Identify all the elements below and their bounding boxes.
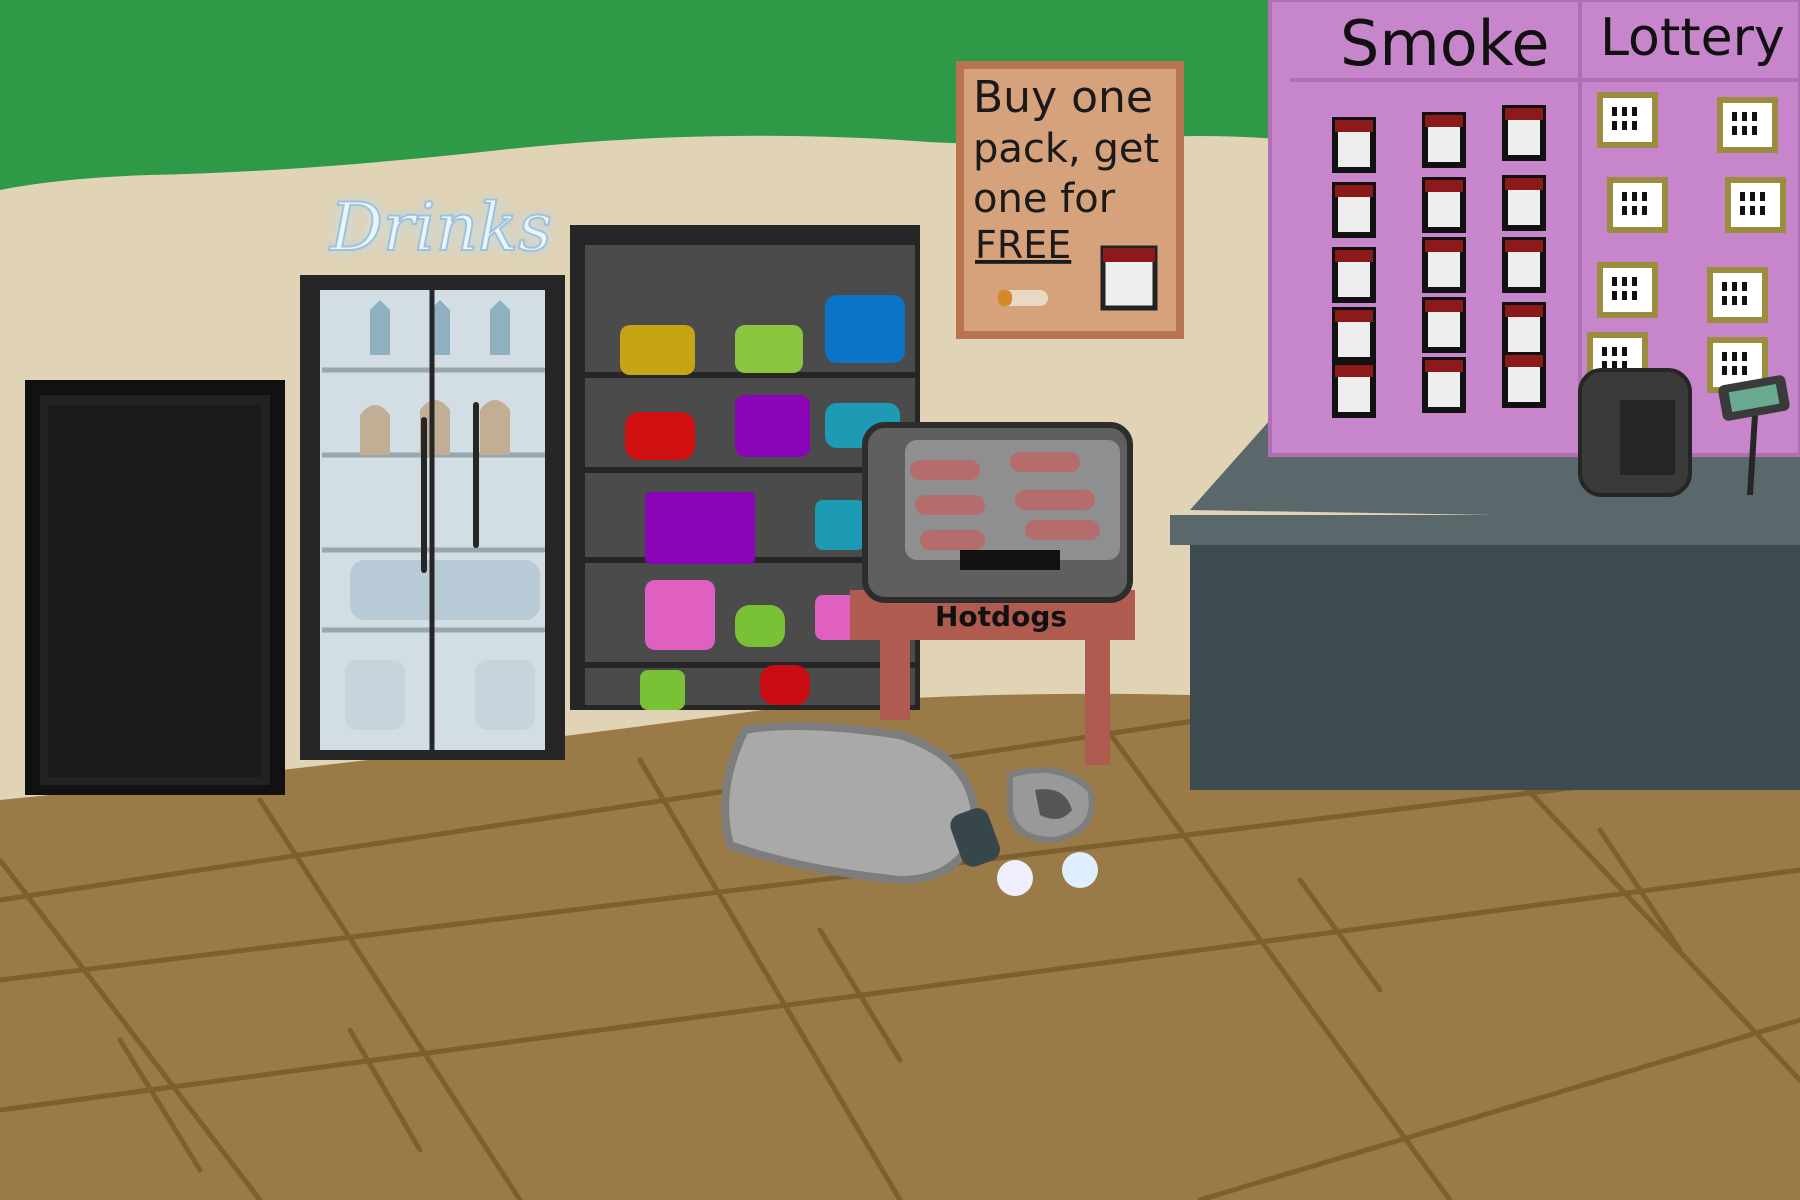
cigarette-pack bbox=[1422, 237, 1466, 293]
cigarette-pack bbox=[1502, 237, 1546, 293]
cigarette-pack-grid bbox=[1332, 105, 1546, 418]
lottery-ticket bbox=[1707, 267, 1768, 323]
cigarette-pack bbox=[1332, 182, 1376, 238]
drinks-fridge[interactable] bbox=[300, 275, 565, 760]
promo-poster: Buy one pack, get one for FREE bbox=[956, 61, 1184, 339]
lottery-ticket bbox=[1597, 262, 1658, 318]
lottery-ticket bbox=[1725, 177, 1786, 233]
promo-line-1: Buy one bbox=[973, 72, 1153, 123]
store-scene: Drinks Buy one pack, get one for FREE Ho… bbox=[0, 0, 1800, 1200]
promo-line-4: FREE bbox=[975, 223, 1071, 267]
cigarette-pack bbox=[1502, 352, 1546, 408]
cigarette-pack bbox=[1422, 297, 1466, 353]
cigarette-pack bbox=[1422, 357, 1466, 413]
cigarette-pack bbox=[1502, 302, 1546, 358]
cigarette-pack bbox=[1332, 307, 1376, 363]
promo-line-3: one for bbox=[973, 176, 1116, 222]
lottery-header: Lottery bbox=[1600, 8, 1785, 68]
cigarette-pack bbox=[1332, 362, 1376, 418]
promo-line-2: pack, get bbox=[973, 126, 1159, 172]
cigarette-pack bbox=[1502, 105, 1546, 161]
checkout-counter[interactable] bbox=[1170, 420, 1800, 790]
cigarette-pack bbox=[1502, 175, 1546, 231]
cigarette-pack bbox=[1332, 117, 1376, 173]
lottery-ticket bbox=[1597, 92, 1658, 148]
smoke-header: Smoke bbox=[1340, 7, 1550, 80]
cigarette-pack bbox=[1332, 247, 1376, 303]
lottery-ticket bbox=[1607, 177, 1668, 233]
cash-register[interactable] bbox=[1578, 368, 1692, 497]
cigarette-pack bbox=[1422, 112, 1466, 168]
lottery-ticket bbox=[1717, 97, 1778, 153]
hotdogs-label: Hotdogs bbox=[935, 600, 1067, 633]
black-door[interactable] bbox=[25, 380, 285, 795]
drinks-neon-sign: Drinks bbox=[329, 189, 552, 266]
cigarette-pack bbox=[1422, 177, 1466, 233]
